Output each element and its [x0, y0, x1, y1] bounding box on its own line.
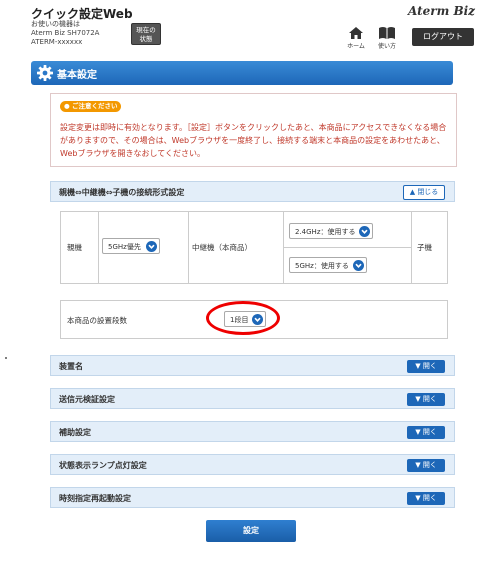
status-button-line1: 現在の: [136, 26, 156, 34]
section-device-name[interactable]: 装置名 ▼ 開く: [50, 355, 455, 376]
child-label: 子機: [417, 243, 432, 252]
chevron-up-icon: ▲: [409, 188, 416, 196]
chevron-down-icon: ▼: [415, 362, 421, 370]
notice-badge: ● ご注意ください: [60, 101, 122, 112]
section-title: 補助設定: [59, 428, 91, 437]
header: クイック設定Web お使いの機器は Aterm Biz SH7072A ATER…: [0, 0, 500, 52]
section-title: 装置名: [59, 362, 83, 371]
manual-label: 使い方: [377, 43, 396, 50]
home-icon: [349, 27, 363, 39]
page-title: 基本設定: [57, 70, 97, 81]
notice-text: 設定変更は即時に有効となります。［設定］ボタンをクリックしたあと、本商品にアクセ…: [60, 123, 447, 158]
manual-link[interactable]: 使い方: [375, 26, 399, 50]
brand-logo: Aterm Biz: [408, 4, 475, 18]
notice-badge-label: ご注意ください: [71, 102, 118, 110]
home-link[interactable]: ホーム: [344, 26, 368, 50]
connection-table: 親機 5GHz優先 中継機（本商品） 2.4GHz：使用する 5GHz：使用する…: [60, 211, 448, 284]
chevron-down-icon: [353, 260, 364, 271]
section-open-button[interactable]: ▼ 開く: [407, 360, 445, 373]
section-title: 送信元検証設定: [59, 395, 115, 404]
band5-value: 5GHz：使用する: [295, 262, 349, 270]
section-open-button[interactable]: ▼ 開く: [407, 426, 445, 439]
divider: [411, 212, 412, 283]
band5-select[interactable]: 5GHz：使用する: [289, 257, 367, 273]
open-label: 開く: [422, 395, 437, 403]
parent-band-select[interactable]: 5GHz優先: [102, 238, 160, 254]
parent-band-value: 5GHz優先: [108, 243, 141, 251]
stray-dot: [5, 357, 7, 359]
warning-icon: ●: [64, 102, 70, 110]
section-scheduled-reboot[interactable]: 時刻指定再起動設定 ▼ 開く: [50, 487, 455, 508]
band24-select[interactable]: 2.4GHz：使用する: [289, 223, 373, 239]
chevron-down-icon: ▼: [415, 395, 421, 403]
device-name: ATERM-xxxxxx: [31, 38, 83, 46]
section-open-button[interactable]: ▼ 開く: [407, 492, 445, 505]
gear-icon: [37, 65, 53, 81]
section-close-button[interactable]: ▲ 閉じる: [403, 185, 445, 200]
divider: [188, 212, 189, 283]
open-label: 開く: [422, 494, 437, 502]
divider: [98, 212, 99, 283]
current-status-button[interactable]: 現在の 状態: [131, 23, 161, 45]
parent-label: 親機: [67, 243, 82, 252]
chevron-down-icon: ▼: [415, 428, 421, 436]
section-open-button[interactable]: ▼ 開く: [407, 459, 445, 472]
section-title: 時刻指定再起動設定: [59, 494, 131, 503]
open-label: 開く: [422, 428, 437, 436]
section-auxiliary[interactable]: 補助設定 ▼ 開く: [50, 421, 455, 442]
home-label: ホーム: [347, 43, 365, 50]
close-label: 閉じる: [417, 188, 439, 196]
page-title-bar: 基本設定: [31, 61, 453, 85]
chevron-down-icon: [146, 241, 157, 252]
open-label: 開く: [422, 461, 437, 469]
chevron-down-icon: [359, 226, 370, 237]
chevron-down-icon: ▼: [415, 494, 421, 502]
connection-section-title: 親機⇔中継機⇔子機の接続形式設定: [59, 188, 185, 197]
divider: [283, 247, 411, 248]
book-icon: [379, 27, 395, 39]
section-status-lamp[interactable]: 状態表示ランプ点灯設定 ▼ 開く: [50, 454, 455, 475]
notice-box: ● ご注意ください 設定変更は即時に有効となります。［設定］ボタンをクリックした…: [50, 93, 457, 167]
submit-button[interactable]: 設定: [206, 520, 296, 542]
section-title: 状態表示ランプ点灯設定: [59, 461, 147, 470]
band24-value: 2.4GHz：使用する: [295, 228, 356, 236]
highlight-oval: [206, 301, 280, 335]
status-button-line2: 状態: [139, 35, 153, 43]
repeater-label: 中継機（本商品）: [192, 243, 252, 252]
section-source-verification[interactable]: 送信元検証設定 ▼ 開く: [50, 388, 455, 409]
connection-section-header: 親機⇔中継機⇔子機の接続形式設定 ▲ 閉じる: [50, 181, 455, 202]
open-label: 開く: [422, 362, 437, 370]
device-model: Aterm Biz SH7072A: [31, 29, 100, 37]
device-label: お使いの機器は: [31, 20, 80, 28]
device-info: お使いの機器は Aterm Biz SH7072A ATERM-xxxxxx: [31, 20, 99, 47]
section-open-button[interactable]: ▼ 開く: [407, 393, 445, 406]
logout-button[interactable]: ログアウト: [412, 28, 474, 46]
stage-label: 本商品の設置段数: [67, 316, 127, 325]
chevron-down-icon: ▼: [415, 461, 421, 469]
